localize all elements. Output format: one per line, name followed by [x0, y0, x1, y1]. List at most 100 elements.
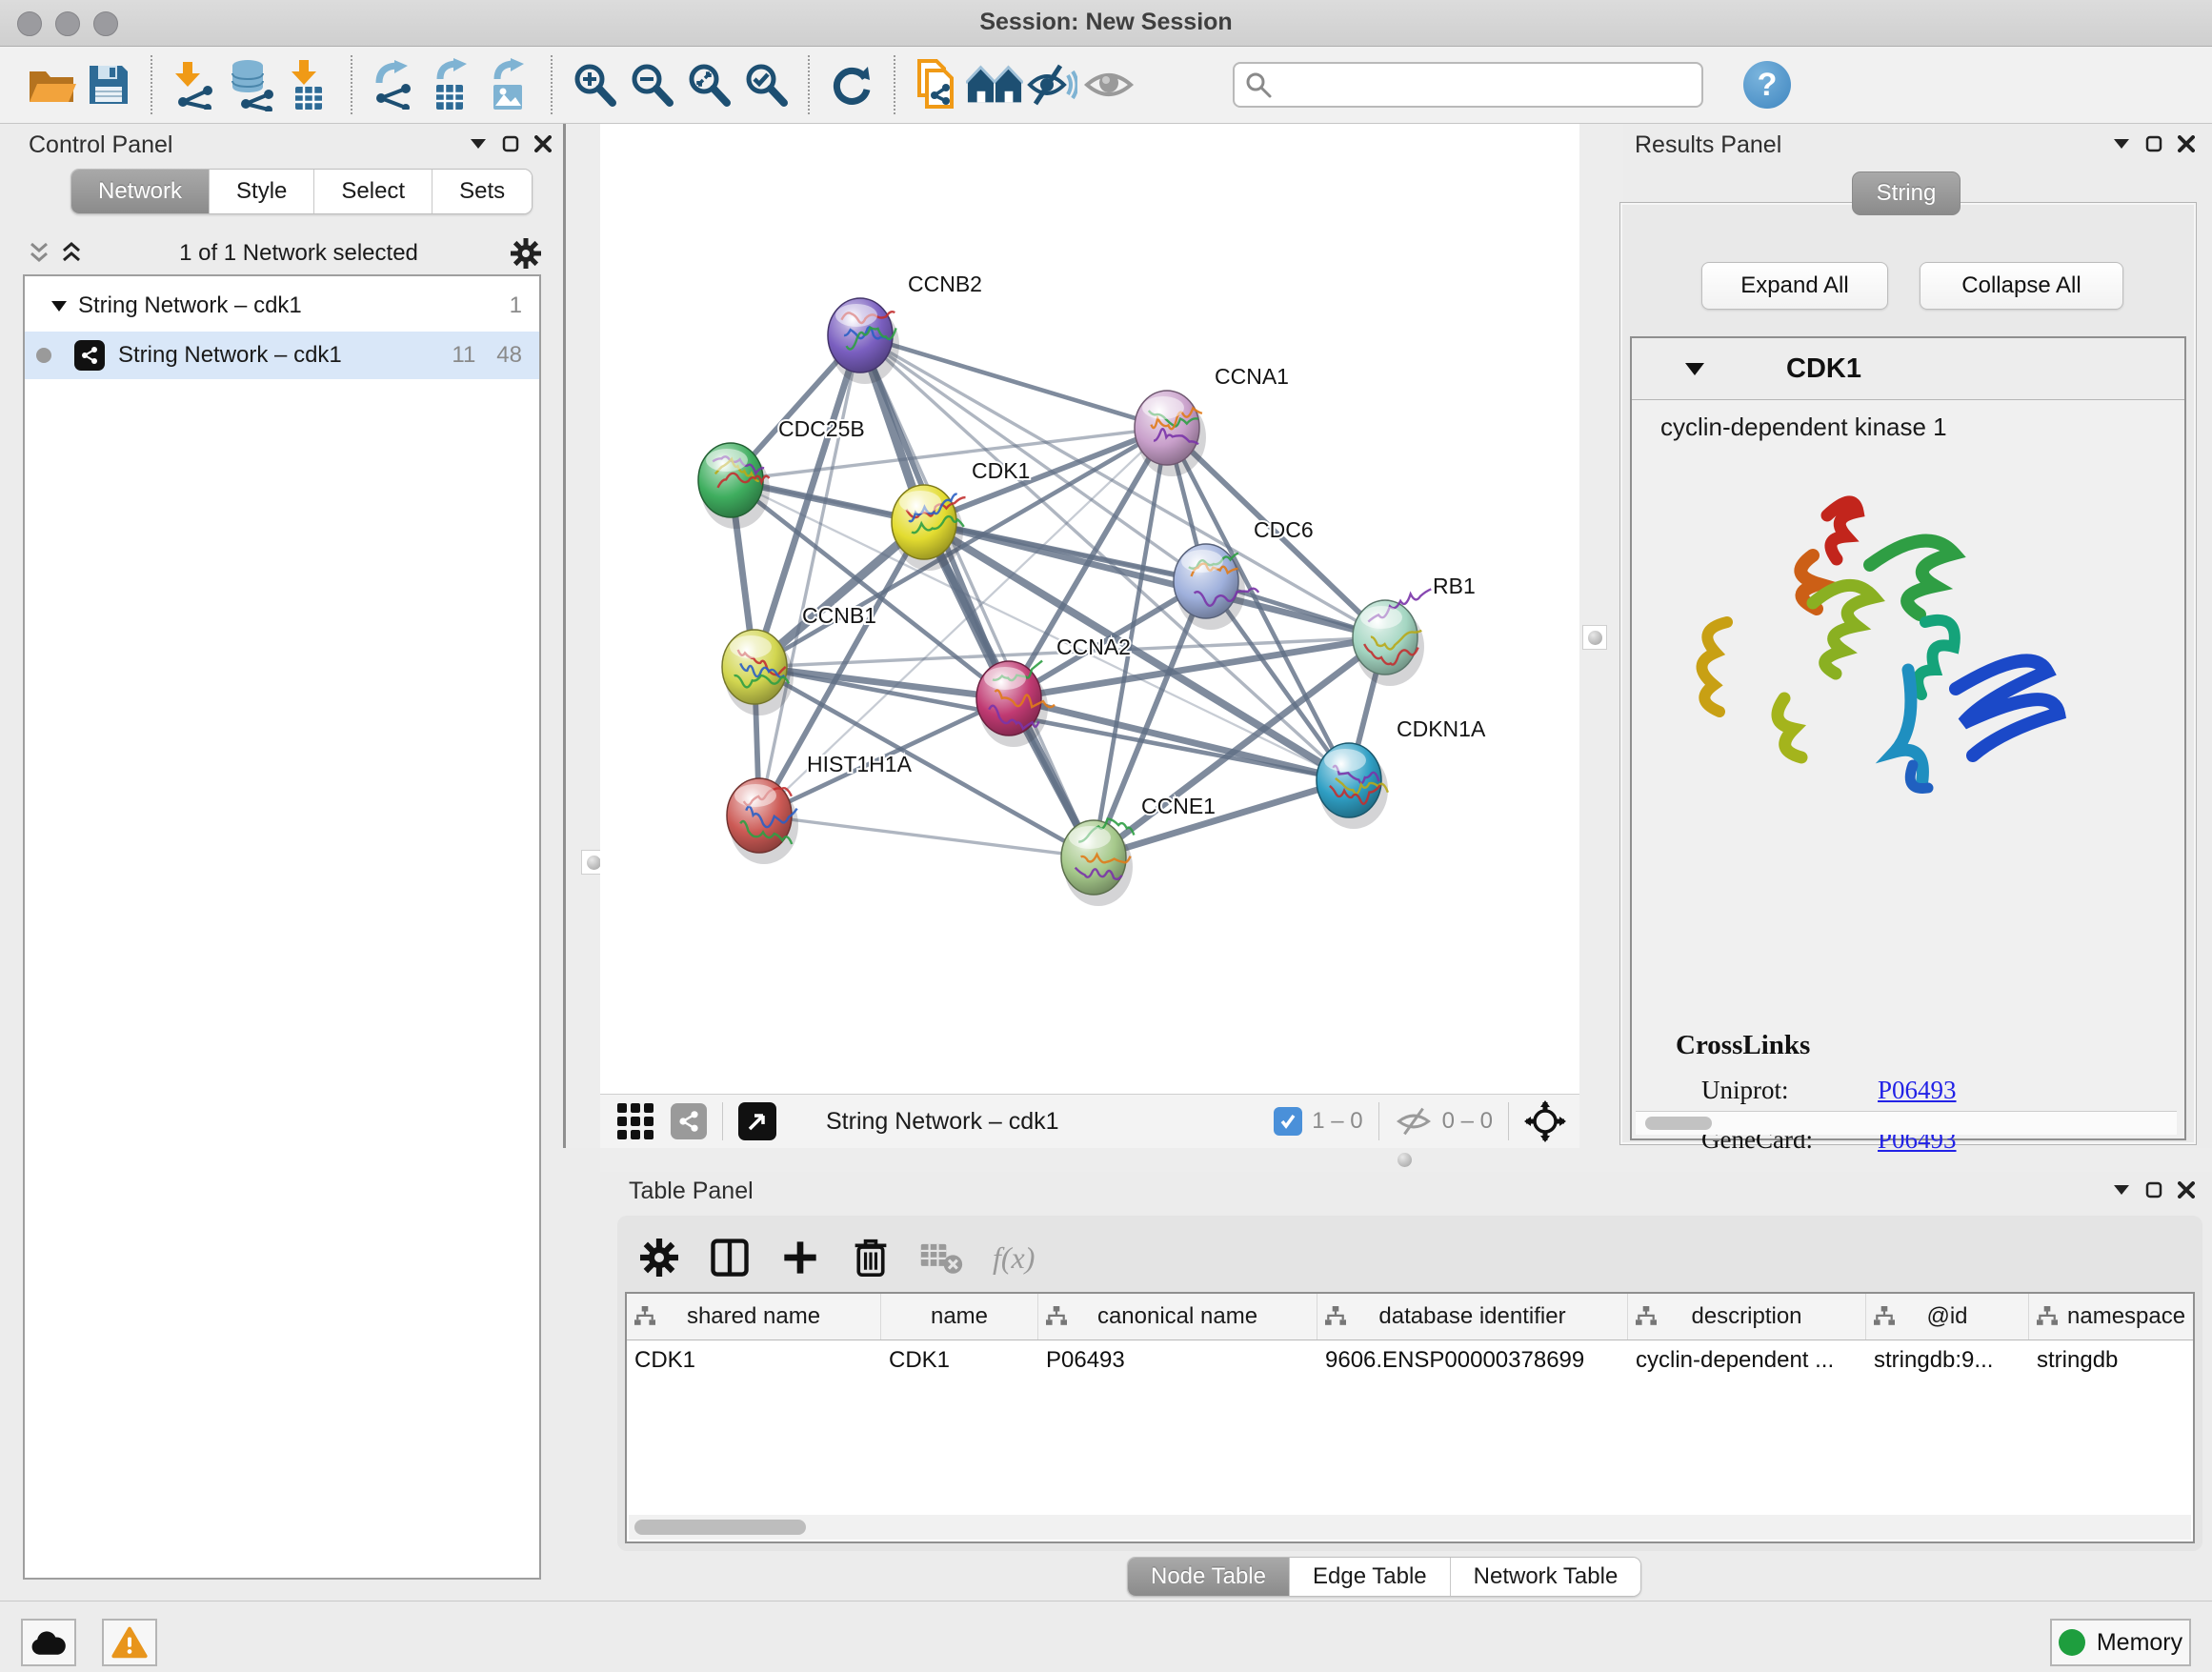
node-label-CCNB2: CCNB2	[908, 272, 982, 296]
collapse-all-button[interactable]: Collapse All	[1920, 262, 2123, 310]
collapse-all-networks-button[interactable]	[23, 239, 55, 268]
network-collection-row[interactable]: String Network – cdk1 1	[25, 282, 539, 330]
cell-namespace[interactable]: stringdb	[2029, 1340, 2193, 1381]
tab-string[interactable]: String	[1852, 171, 1961, 215]
network-node-CDKN1A[interactable]: CDKN1A	[1317, 716, 1486, 829]
collapse-section-icon[interactable]	[1685, 363, 1704, 375]
network-options-button[interactable]	[510, 239, 542, 268]
string-view-button[interactable]	[671, 1103, 707, 1139]
tab-node-table[interactable]: Node Table	[1128, 1558, 1290, 1596]
network-row[interactable]: String Network – cdk1 11 48	[25, 332, 539, 379]
network-node-RB1[interactable]: RB1	[1353, 574, 1476, 686]
uniprot-link[interactable]: P06493	[1878, 1076, 1957, 1105]
control-panel-menu-button[interactable]	[462, 130, 494, 158]
results-panel-float-button[interactable]	[2138, 130, 2170, 158]
open-session-button[interactable]	[23, 54, 80, 115]
network-canvas[interactable]: CCNB2CCNA1CDC25BCDK1CDC6RB1CCNB1CCNA2CDK…	[600, 124, 1579, 1094]
column-header-shared-name[interactable]: shared name	[627, 1294, 881, 1340]
save-session-button[interactable]	[80, 54, 137, 115]
column-header-id[interactable]: @id	[1866, 1294, 2029, 1340]
delete-table-button[interactable]	[915, 1231, 968, 1284]
cell-database-identifier[interactable]: 9606.ENSP00000378699	[1317, 1340, 1628, 1381]
table-panel-float-button[interactable]	[2138, 1176, 2170, 1204]
show-columns-button[interactable]	[703, 1231, 756, 1284]
tab-style[interactable]: Style	[210, 170, 314, 213]
right-splitter-collapse-button[interactable]	[1582, 625, 1607, 650]
tab-sets[interactable]: Sets	[432, 170, 532, 213]
check-icon	[1278, 1112, 1297, 1131]
tab-edge-table[interactable]: Edge Table	[1290, 1558, 1451, 1596]
function-builder-button[interactable]: f(x)	[993, 1240, 1035, 1276]
hide-selected-button[interactable]	[1023, 54, 1080, 115]
toolbar-separator	[808, 55, 810, 114]
results-panel-close-button[interactable]	[2170, 130, 2202, 158]
clone-network-button[interactable]	[909, 54, 966, 115]
tab-network-table[interactable]: Network Table	[1451, 1558, 1641, 1596]
string-home-button[interactable]	[966, 54, 1023, 115]
table-horizontal-scrollbar[interactable]	[629, 1515, 2191, 1540]
refresh-view-button[interactable]	[823, 54, 880, 115]
node-label-CCNE1: CCNE1	[1141, 794, 1216, 818]
network-node-HIST1H1A[interactable]: HIST1H1A	[727, 752, 913, 864]
memory-button[interactable]: Memory	[2050, 1619, 2191, 1666]
horizontal-splitter-handle[interactable]	[1393, 1148, 1416, 1171]
import-table-button[interactable]	[280, 54, 337, 115]
column-header-description[interactable]: description	[1628, 1294, 1866, 1340]
selected-nodes-checkbox[interactable]	[1274, 1107, 1302, 1136]
scrollbar-thumb[interactable]	[634, 1520, 806, 1535]
export-network-button[interactable]	[366, 54, 423, 115]
search-icon	[1244, 71, 1273, 99]
zoom-fit-button[interactable]	[680, 54, 737, 115]
zoom-in-button[interactable]	[566, 54, 623, 115]
table-row[interactable]: CDK1 CDK1 P06493 9606.ENSP00000378699 cy…	[627, 1340, 2193, 1381]
control-panel-float-button[interactable]	[494, 130, 527, 158]
help-button[interactable]: ?	[1743, 61, 1791, 109]
table-panel-close-button[interactable]	[2170, 1176, 2202, 1204]
column-header-name[interactable]: name	[881, 1294, 1038, 1340]
network-graph[interactable]: CCNB2CCNA1CDC25BCDK1CDC6RB1CCNB1CCNA2CDK…	[600, 124, 1579, 1094]
birdseye-view-button[interactable]	[738, 1102, 776, 1140]
cloud-status-button[interactable]	[21, 1619, 76, 1666]
column-header-database-identifier[interactable]: database identifier	[1317, 1294, 1628, 1340]
results-panel-menu-button[interactable]	[2105, 130, 2138, 158]
warnings-button[interactable]	[102, 1619, 157, 1666]
chevron-down-icon	[2113, 138, 2130, 150]
table-panel-menu-button[interactable]	[2105, 1176, 2138, 1204]
results-horizontal-scrollbar[interactable]	[1636, 1111, 2177, 1135]
network-column-icon	[1636, 1306, 1657, 1327]
zoom-selected-button[interactable]	[737, 54, 794, 115]
import-network-button[interactable]	[166, 54, 223, 115]
crosshair-icon[interactable]	[1524, 1100, 1566, 1142]
network-node-count: 11	[452, 342, 475, 369]
search-input[interactable]	[1273, 71, 1701, 99]
cell-shared-name[interactable]: CDK1	[627, 1340, 881, 1381]
export-image-button[interactable]	[480, 54, 537, 115]
import-network-from-database-button[interactable]	[223, 54, 280, 115]
column-header-namespace[interactable]: namespace	[2029, 1294, 2193, 1340]
expand-all-networks-button[interactable]	[55, 239, 88, 268]
tab-network[interactable]: Network	[71, 170, 210, 213]
column-header-canonical-name[interactable]: canonical name	[1038, 1294, 1317, 1340]
cell-id[interactable]: stringdb:9...	[1866, 1340, 2029, 1381]
show-hidden-button[interactable]	[1080, 54, 1137, 115]
cell-canonical-name[interactable]: P06493	[1038, 1340, 1317, 1381]
main-toolbar: ?	[0, 47, 2212, 124]
cell-name[interactable]: CDK1	[881, 1340, 1038, 1381]
export-table-button[interactable]	[423, 54, 480, 115]
expand-all-button[interactable]: Expand All	[1701, 262, 1888, 310]
table-options-button[interactable]	[633, 1231, 686, 1284]
grid-view-button[interactable]	[613, 1099, 657, 1143]
toolbar-search	[1233, 62, 1703, 108]
zoom-out-button[interactable]	[623, 54, 680, 115]
cell-description[interactable]: cyclin-dependent ...	[1628, 1340, 1866, 1381]
network-node-CCNE1[interactable]: CCNE1	[1061, 794, 1216, 906]
delete-column-button[interactable]	[844, 1231, 897, 1284]
gene-section-header[interactable]: CDK1	[1632, 338, 2184, 400]
network-view-toolbar: String Network – cdk1 1 – 0 0 – 0	[600, 1094, 1579, 1148]
add-column-button[interactable]	[774, 1231, 827, 1284]
control-panel-close-button[interactable]	[527, 130, 559, 158]
tab-select[interactable]: Select	[314, 170, 432, 213]
network-node-CCNA1[interactable]: CCNA1	[1135, 364, 1289, 476]
left-splitter[interactable]	[563, 124, 603, 1148]
node-label-CCNB1: CCNB1	[802, 603, 876, 628]
